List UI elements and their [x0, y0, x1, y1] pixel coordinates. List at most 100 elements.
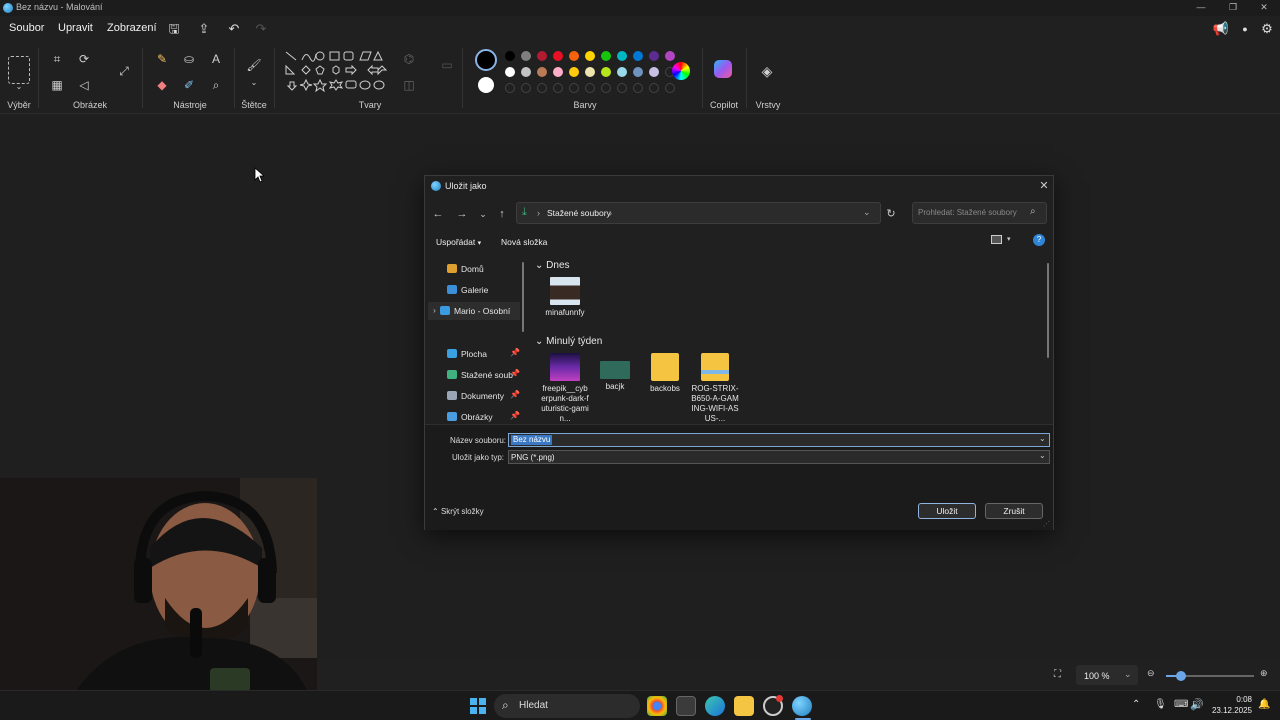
section-header[interactable]: ⌄ Dnes: [535, 260, 570, 271]
color-swatch[interactable]: [601, 67, 611, 77]
color-swatch[interactable]: [537, 51, 547, 61]
chevron-down-icon[interactable]: ⌄: [10, 78, 28, 96]
filename-input[interactable]: Bez názvu ⌄: [508, 433, 1050, 447]
color-swatch[interactable]: [569, 67, 579, 77]
custom-color-slot[interactable]: [537, 83, 547, 93]
save-button[interactable]: Uložit: [918, 503, 976, 519]
custom-color-slot[interactable]: [569, 83, 579, 93]
redo-icon[interactable]: ↷: [252, 20, 270, 38]
eraser-icon[interactable]: ◆: [153, 76, 171, 94]
chevron-down-icon[interactable]: ⌄: [1039, 451, 1046, 460]
address-bar[interactable]: ⤓ › Stažené soubory › ⌄: [516, 202, 881, 224]
edge-icon[interactable]: [705, 696, 725, 716]
select-transparency-icon[interactable]: ▦: [48, 76, 66, 94]
resize-grip-icon[interactable]: ⋰: [1043, 520, 1050, 528]
file-item[interactable]: ROG-STRIX-B650-A-GAMING-WIFI-ASUS-...: [691, 353, 739, 424]
chrome-icon[interactable]: [647, 696, 667, 716]
search-box[interactable]: Prohledat: Stažené soubory ⌕: [912, 202, 1047, 224]
file-item[interactable]: backobs: [641, 353, 689, 394]
custom-color-slot[interactable]: [521, 83, 531, 93]
color-swatch[interactable]: [617, 67, 627, 77]
text-icon[interactable]: A: [207, 50, 225, 68]
zoom-slider-thumb[interactable]: [1176, 671, 1186, 681]
color-swatch[interactable]: [585, 67, 595, 77]
fit-to-window-icon[interactable]: ⛶: [1054, 669, 1061, 680]
close-window-icon[interactable]: ✕: [1248, 0, 1280, 16]
maximize-icon[interactable]: ❐: [1217, 0, 1249, 16]
custom-color-slot[interactable]: [505, 83, 515, 93]
address-history-chevron-icon[interactable]: ⌄: [863, 207, 871, 218]
color-picker-icon[interactable]: ✐: [180, 76, 198, 94]
up-arrow-icon[interactable]: ↑: [494, 206, 510, 222]
file-item[interactable]: bacjk: [591, 353, 639, 392]
zoom-select[interactable]: 100 % ⌄: [1076, 665, 1138, 685]
custom-color-slot[interactable]: [649, 83, 659, 93]
nav-item[interactable]: Plocha 📌: [435, 345, 525, 363]
brush-icon[interactable]: 🖌: [245, 56, 263, 74]
color-swatch[interactable]: [633, 51, 643, 61]
nav-item[interactable]: Domů: [435, 260, 525, 278]
color-swatch[interactable]: [521, 51, 531, 61]
nav-item[interactable]: Stažené soub 📌: [435, 366, 525, 384]
color-swatch[interactable]: [633, 67, 643, 77]
color-swatch[interactable]: [649, 67, 659, 77]
chevron-up-icon[interactable]: ⌃: [1132, 699, 1140, 710]
color-swatch[interactable]: [521, 67, 531, 77]
feedback-icon[interactable]: 📢: [1212, 20, 1230, 38]
nav-item[interactable]: Galerie: [435, 281, 525, 299]
color-swatch[interactable]: [585, 51, 595, 61]
chevron-down-icon[interactable]: ⌄: [245, 74, 263, 92]
flip-icon[interactable]: ◁: [75, 76, 93, 94]
volume-icon[interactable]: 🔊: [1190, 698, 1204, 711]
custom-color-slot[interactable]: [601, 83, 611, 93]
hide-folders-button[interactable]: ⌃ Skrýt složky: [432, 507, 484, 516]
section-header[interactable]: ⌄ Minulý týden: [535, 336, 602, 347]
color-swatch[interactable]: [617, 51, 627, 61]
notifications-icon[interactable]: 🔔: [1258, 699, 1270, 710]
settings-gear-icon[interactable]: ⚙: [1258, 20, 1276, 38]
save-icon[interactable]: 🖫: [165, 20, 183, 38]
resize-icon[interactable]: ⤢: [115, 62, 133, 80]
color-swatch[interactable]: [553, 67, 563, 77]
pencil-icon[interactable]: ✎: [153, 50, 171, 68]
taskbar-search[interactable]: ⌕ Hledat: [494, 694, 640, 718]
store-icon[interactable]: [676, 696, 696, 716]
edit-colors-icon[interactable]: [672, 62, 690, 80]
recent-chevron-icon[interactable]: ⌄: [475, 206, 491, 222]
color-swatch[interactable]: [649, 51, 659, 61]
clock[interactable]: 0:08 23.12.2025: [1208, 694, 1252, 716]
network-icon[interactable]: ⌨: [1174, 699, 1188, 710]
fill-bucket-icon[interactable]: ⛀: [180, 50, 198, 68]
color-swatch[interactable]: [553, 51, 563, 61]
color-swatch[interactable]: [665, 51, 675, 61]
magnifier-icon[interactable]: ⌕: [207, 76, 225, 94]
nav-item[interactable]: › Mario - Osobní: [428, 302, 520, 320]
file-item[interactable]: minafunnfy: [541, 277, 589, 318]
windows-start-icon[interactable]: [470, 698, 486, 714]
organize-button[interactable]: Uspořádat ▾: [436, 237, 481, 247]
close-icon[interactable]: ✕: [1037, 179, 1051, 193]
chevron-down-icon[interactable]: ⌄: [1039, 434, 1046, 443]
secondary-color-swatch[interactable]: [478, 77, 494, 93]
shapes-gallery[interactable]: [282, 48, 392, 100]
custom-color-slot[interactable]: [617, 83, 627, 93]
color-swatch[interactable]: [505, 67, 515, 77]
layers-icon[interactable]: ◈: [758, 62, 776, 80]
refresh-icon[interactable]: ↻: [883, 206, 899, 222]
minimize-icon[interactable]: —: [1185, 0, 1217, 16]
expand-chevron-icon[interactable]: ›: [433, 305, 436, 315]
custom-color-slot[interactable]: [585, 83, 595, 93]
custom-color-slot[interactable]: [633, 83, 643, 93]
custom-color-slot[interactable]: [665, 83, 675, 93]
undo-icon[interactable]: ↶: [225, 20, 243, 38]
custom-color-slot[interactable]: [553, 83, 563, 93]
fill-icon[interactable]: ◫: [400, 76, 418, 94]
zoom-out-icon[interactable]: ⊖: [1147, 668, 1155, 679]
menu-zobrazeni[interactable]: Zobrazení: [107, 22, 157, 34]
paint-taskbar-icon[interactable]: [792, 696, 812, 716]
breadcrumb[interactable]: Stažené soubory: [547, 208, 611, 218]
chevron-down-icon[interactable]: ▾: [1007, 235, 1011, 243]
outline-icon[interactable]: ⌬: [400, 50, 418, 68]
files-scrollbar[interactable]: [1047, 263, 1049, 358]
filetype-select[interactable]: PNG (*.png) ⌄: [508, 450, 1050, 464]
